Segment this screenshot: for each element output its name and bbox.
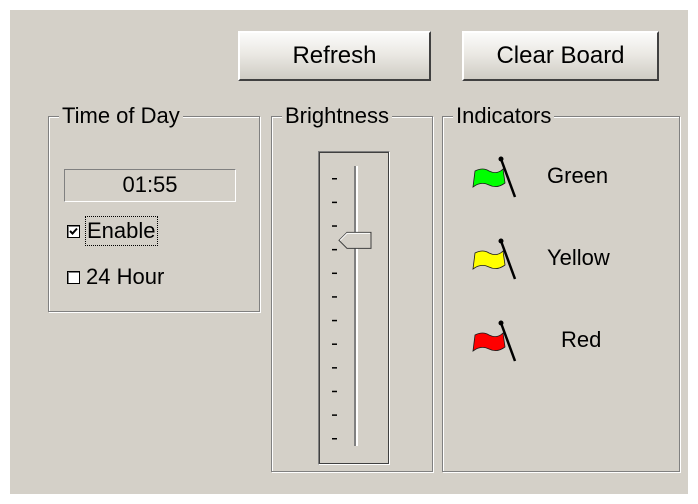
brightness-slider[interactable]: [318, 151, 390, 465]
slider-tick: [332, 201, 337, 204]
enable-checkbox[interactable]: [67, 224, 80, 238]
slider-tick: [332, 414, 337, 416]
indicator-label: Yellow: [547, 245, 610, 270]
hour24-checkbox-row[interactable]: 24 Hour: [67, 263, 164, 291]
slider-tick: [332, 272, 337, 275]
slider-tick: [332, 343, 337, 345]
indicator-row: Yellow: [443, 235, 679, 295]
slider-tick: [332, 248, 337, 251]
time-of-day-title: Time of Day: [59, 102, 183, 130]
refresh-button[interactable]: Refresh: [238, 31, 431, 81]
clear-board-button[interactable]: Clear Board: [462, 31, 659, 81]
hour24-checkbox[interactable]: [67, 270, 80, 284]
indicator-label: Red: [561, 327, 602, 352]
brightness-group: Brightness: [271, 102, 433, 472]
slider-tick: [332, 390, 337, 393]
time-of-day-group: Time of Day 01:55 Enable 24 Hour: [48, 102, 260, 312]
enable-label: Enable: [85, 216, 158, 246]
checkmark-icon: [69, 227, 78, 235]
indicator-label: Green: [547, 163, 609, 188]
main-panel: Refresh Clear Board Time of Day 01:55 En…: [10, 10, 688, 494]
slider-tick: [332, 367, 337, 369]
slider-tick: [332, 178, 337, 180]
slider-thumb[interactable]: [338, 231, 372, 249]
slider-tick: [332, 319, 337, 322]
slider-tick: [332, 225, 337, 227]
indicator-row: Red: [443, 317, 679, 377]
hour24-label: 24 Hour: [86, 264, 165, 289]
slider-tick: [332, 438, 337, 440]
brightness-slider-graphic: [332, 166, 372, 446]
indicator-row: Green: [443, 153, 679, 213]
enable-checkbox-row[interactable]: Enable: [67, 216, 158, 246]
indicators-title: Indicators: [453, 102, 555, 130]
indicators-group: Indicators Green Yellow Red: [442, 102, 680, 472]
slider-tick: [332, 296, 337, 298]
time-display: 01:55: [64, 169, 236, 202]
brightness-title: Brightness: [282, 102, 392, 130]
